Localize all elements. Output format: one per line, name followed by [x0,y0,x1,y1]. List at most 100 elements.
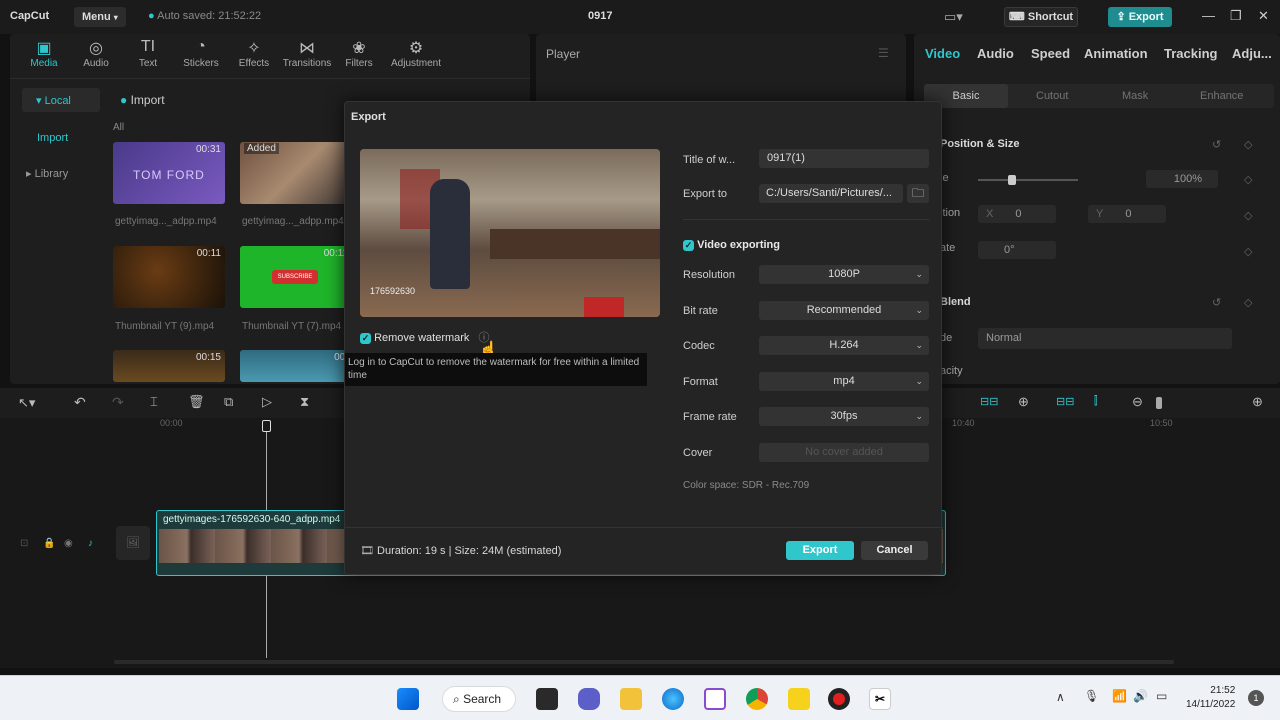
reset-icon[interactable]: ↺ [1212,138,1221,151]
codec-select[interactable]: H.264 ⌄ [759,336,929,355]
taskbar-search[interactable]: ⌕ Search [442,686,516,712]
preview-axis-icon[interactable]: ⊟⊟ [1056,395,1074,408]
toolbar-audio[interactable]: ◎ Audio [70,38,122,69]
freeze-icon[interactable]: ⧉ [224,394,233,410]
menu-button[interactable]: Menu ▾ [74,7,126,27]
tab-animation[interactable]: Animation [1084,46,1148,61]
windows-start-icon[interactable] [397,688,419,710]
zoom-slider-handle[interactable] [1156,397,1162,409]
bitrate-select[interactable]: Recommended ⌄ [759,301,929,320]
y-field[interactable]: Y0 [1088,205,1166,223]
notification-badge[interactable]: 1 [1248,690,1264,706]
toolbar-filters[interactable]: ❀ Filters [333,38,385,69]
keyframe-icon[interactable]: ◇ [1244,209,1252,222]
media-clip-2[interactable]: Added [240,142,352,204]
battery-icon[interactable]: ▭ [1156,689,1167,703]
rotate-field[interactable]: 0° [978,241,1056,259]
export-path-input[interactable]: C:/Users/Santi/Pictures/... [759,184,903,203]
keyframe-icon[interactable]: ◇ [1244,245,1252,258]
teams-chat-icon[interactable] [578,688,600,710]
volume-icon[interactable]: 🔊 [1133,689,1148,703]
split-icon[interactable]: ⌶ [150,394,158,410]
media-player-icon[interactable] [788,688,810,710]
screen-recorder-icon[interactable] [828,688,850,710]
toolbar-media[interactable]: ▣ Media [18,38,70,69]
wifi-icon[interactable]: 📶 [1112,689,1127,703]
redo-icon[interactable]: ↷ [112,394,124,411]
framerate-select[interactable]: 30fps ⌄ [759,407,929,426]
media-clip-4[interactable]: 00:11 SUBSCRIBE [240,246,352,308]
minimize-icon[interactable]: — [1202,8,1215,23]
title-input[interactable]: 0917(1) [759,149,929,168]
media-clip-6[interactable]: 00: [240,350,352,382]
remove-watermark-checkbox[interactable]: ✓ Remove watermark ⓘ [360,329,489,345]
zoom-out-icon[interactable]: ⊖ [1132,394,1143,410]
playhead-handle[interactable] [262,420,271,432]
menu-lines-icon[interactable]: ☰ [878,46,889,60]
play-circle-icon[interactable]: ▷ [262,394,272,410]
layout-icon[interactable]: ▭▾ [944,9,963,25]
clock[interactable]: 21:52 14/11/2022 [1186,684,1235,712]
scale-value[interactable]: 100% [1146,170,1218,188]
toolbar-effects[interactable]: ✧ Effects [228,38,280,69]
toolbar-adjustment[interactable]: ⚙ Adjustment [386,38,446,69]
folder-icon[interactable]: 🗀 [907,184,929,203]
keyframe-icon[interactable]: ◇ [1244,138,1252,151]
capcut-icon[interactable]: ✂ [869,688,891,710]
audio-track-icon[interactable]: ♪ [88,538,93,549]
subtab-mask[interactable]: Mask [1122,90,1148,102]
shortcut-button[interactable]: ⌨ Shortcut [1004,7,1078,27]
mirror-icon[interactable]: ⧗ [300,394,309,410]
chevron-up-icon[interactable]: ∧ [1056,690,1065,704]
x-field[interactable]: X0 [978,205,1056,223]
slider-handle[interactable] [1008,175,1016,185]
zoom-in-icon[interactable]: ⊕ [1252,394,1263,410]
microphone-icon[interactable]: 🎙 [1084,689,1099,703]
import-button[interactable]: ● Import [120,93,165,107]
tab-adjust[interactable]: Adju... [1232,46,1272,61]
tab-audio[interactable]: Audio [977,46,1014,61]
sidebar-item-local[interactable]: ▾ Local [22,88,100,112]
undo-icon[interactable]: ↶ [74,394,86,411]
toolbar-stickers[interactable]: ◔ Stickers [175,38,227,69]
sidebar-item-library[interactable]: ▸ Library [26,167,68,180]
media-clip-1[interactable]: 00:31 TOM FORD [113,142,225,204]
eye-icon[interactable]: ◉ [64,538,73,549]
blend-mode-select[interactable]: Normal [978,328,1232,349]
tab-speed[interactable]: Speed [1031,46,1070,61]
delete-icon[interactable]: 🗑 [188,394,205,410]
format-select[interactable]: mp4 ⌄ [759,372,929,391]
video-exporting-checkbox[interactable]: ✓ Video exporting [683,239,780,251]
tab-video[interactable]: Video [925,46,960,61]
keyframe-icon[interactable]: ◇ [1244,296,1252,309]
subtab-cutout[interactable]: Cutout [1036,90,1068,102]
resolution-select[interactable]: 1080P ⌄ [759,265,929,284]
align-icon[interactable]: ⫿ [1094,395,1098,408]
export-button[interactable]: Export [786,541,854,560]
close-icon[interactable]: ✕ [1258,8,1269,24]
task-view-icon[interactable] [536,688,558,710]
toolbar-text[interactable]: TI Text [122,38,174,69]
lock-icon[interactable]: 🔒 [43,538,55,549]
media-clip-5[interactable]: 00:15 [113,350,225,382]
restore-icon[interactable]: ❐ [1230,8,1242,24]
select-cursor-icon[interactable]: ↖▾ [18,395,35,411]
link-icon[interactable]: ⊕ [1018,394,1029,410]
cover-select[interactable]: No cover added [759,443,929,462]
scale-slider[interactable] [978,175,1078,185]
timeline-scrollbar[interactable] [114,660,1174,664]
snap-icon[interactable]: ⊟⊟ [980,395,998,408]
toolbar-transitions[interactable]: ⋈ Transitions [281,38,333,69]
export-top-button[interactable]: ⇪ Export [1108,7,1172,27]
file-explorer-icon[interactable] [620,688,642,710]
chrome-icon[interactable] [746,688,768,710]
subtab-enhance[interactable]: Enhance [1200,90,1243,102]
cancel-button[interactable]: Cancel [861,541,928,560]
reset-icon[interactable]: ↺ [1212,296,1221,309]
keyframe-icon[interactable]: ◇ [1244,173,1252,186]
media-clip-3[interactable]: 00:11 [113,246,225,308]
snipping-tool-icon[interactable] [704,688,726,710]
track-cover-icon[interactable]: ⊡ [20,538,28,549]
tab-tracking[interactable]: Tracking [1164,46,1217,61]
cover-button[interactable]: 🖼 [116,526,150,560]
